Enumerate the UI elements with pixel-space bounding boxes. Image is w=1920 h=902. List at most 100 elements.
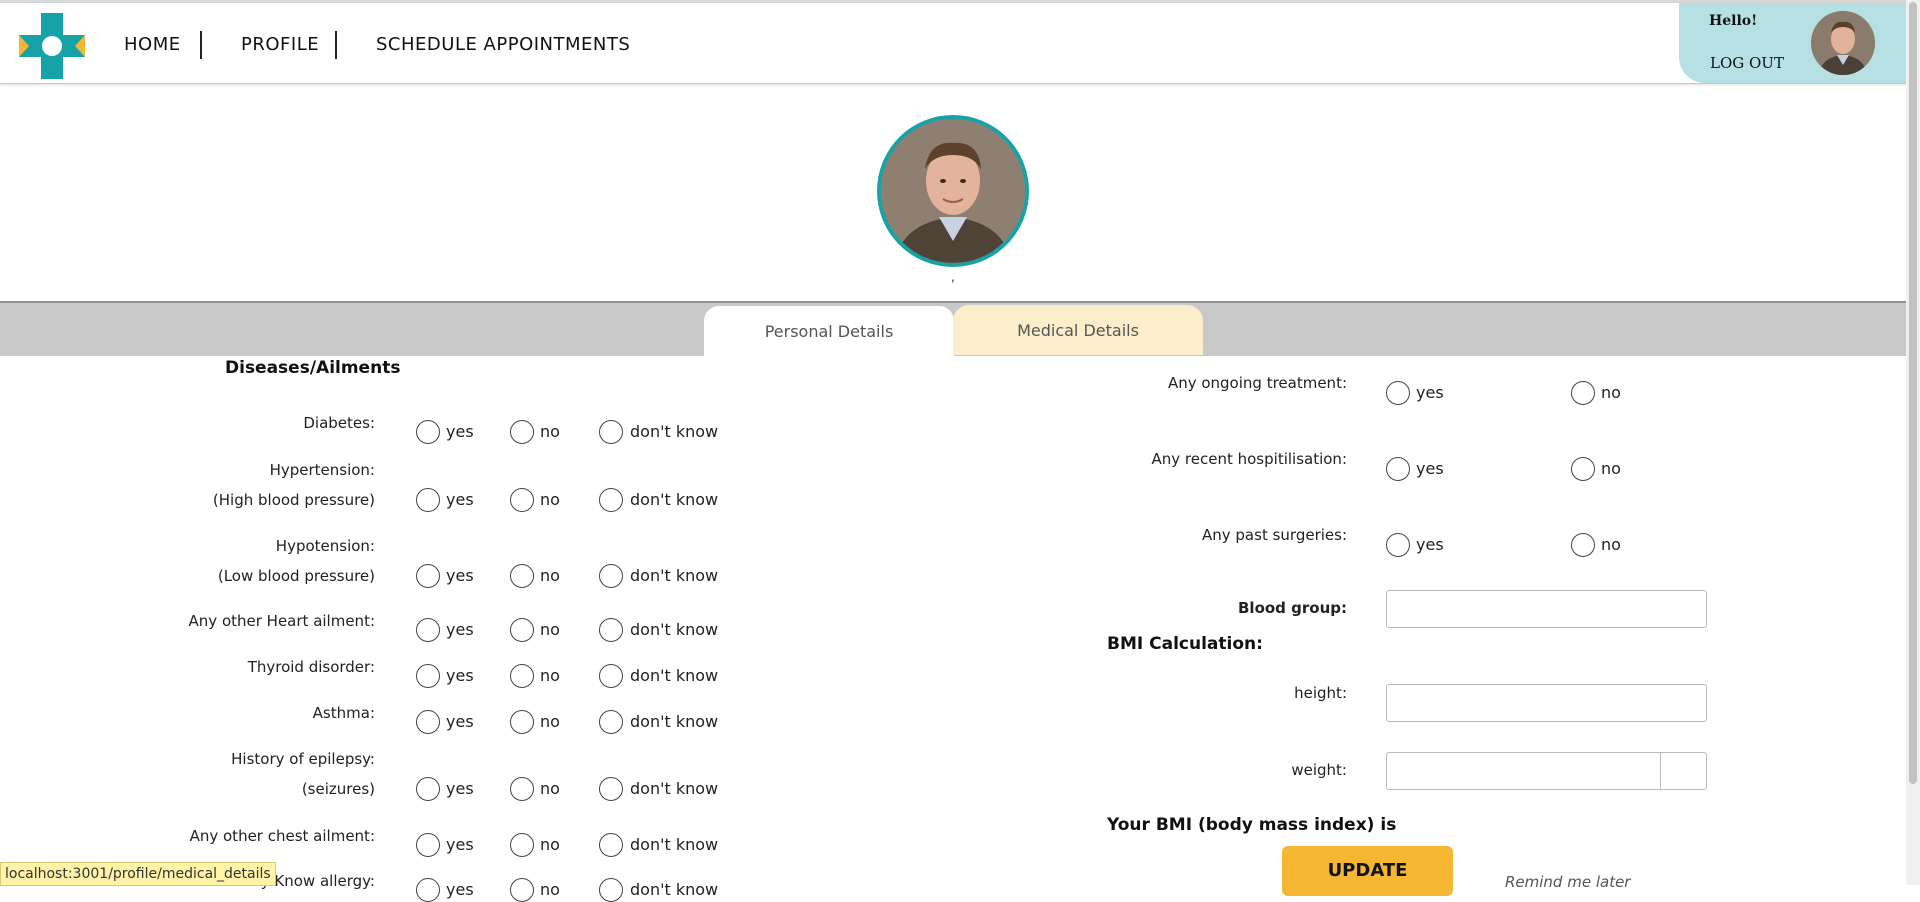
disease-label: History of epilepsy: [231, 750, 375, 768]
remind-me-later-link[interactable]: Remind me later [1505, 873, 1630, 891]
nav-schedule-appointments[interactable]: SCHEDULE APPOINTMENTS [376, 34, 630, 55]
disease-label: Hypertension: [269, 461, 375, 479]
profile-photo-icon [881, 119, 1025, 263]
radio-don-t-know[interactable] [599, 777, 623, 801]
radio-yes[interactable] [416, 618, 440, 642]
radio-don-t-know[interactable] [599, 833, 623, 857]
radio-label: no [540, 422, 560, 441]
nav-profile[interactable]: PROFILE [241, 34, 319, 55]
radio-label: yes [446, 835, 474, 854]
radio-yes[interactable] [416, 488, 440, 512]
treatment-label: Any ongoing treatment: [1167, 374, 1347, 392]
radio-label: yes [446, 880, 474, 899]
disease-label: Any other chest ailment: [189, 827, 375, 845]
radio-no[interactable] [510, 420, 534, 444]
radio-don-t-know[interactable] [599, 618, 623, 642]
radio-label: don't know [630, 779, 719, 798]
update-button[interactable]: UPDATE [1282, 846, 1453, 896]
status-bar-url: localhost:3001/profile/medical_details [0, 862, 276, 886]
weight-label: weight: [1291, 761, 1347, 779]
radio-yes[interactable] [416, 777, 440, 801]
radio-label: yes [1416, 535, 1444, 554]
weight-unit-select[interactable] [1660, 752, 1707, 790]
disease-label: Diabetes: [303, 414, 375, 432]
radio-label: don't know [630, 712, 719, 731]
radio-label: no [540, 620, 560, 639]
treatment-label: Any past surgeries: [1202, 526, 1347, 544]
radio-yes[interactable] [1386, 457, 1410, 481]
radio-label: no [540, 835, 560, 854]
radio-don-t-know[interactable] [599, 420, 623, 444]
radio-don-t-know[interactable] [599, 488, 623, 512]
radio-label: don't know [630, 835, 719, 854]
radio-no[interactable] [510, 833, 534, 857]
disease-sublabel: (Low blood pressure) [217, 567, 375, 585]
radio-label: no [540, 490, 560, 509]
radio-label: no [540, 666, 560, 685]
radio-label: no [1601, 535, 1621, 554]
blood-group-input[interactable] [1386, 590, 1707, 628]
scrollbar-thumb[interactable] [1909, 2, 1917, 784]
tab-medical-details[interactable]: Medical Details [953, 305, 1203, 355]
radio-label: don't know [630, 666, 719, 685]
radio-no[interactable] [510, 664, 534, 688]
nav-separator [335, 31, 337, 59]
radio-yes[interactable] [416, 833, 440, 857]
disease-sublabel: (seizures) [301, 780, 375, 798]
radio-label: don't know [630, 566, 719, 585]
radio-label: yes [446, 666, 474, 685]
radio-yes[interactable] [416, 664, 440, 688]
radio-label: yes [446, 620, 474, 639]
treatment-label: Any recent hospitilisation: [1151, 450, 1347, 468]
radio-don-t-know[interactable] [599, 564, 623, 588]
radio-label: no [540, 779, 560, 798]
tab-personal-details[interactable]: Personal Details [703, 305, 955, 356]
radio-no[interactable] [510, 488, 534, 512]
logout-button[interactable]: LOG OUT [1710, 54, 1784, 72]
radio-label: no [540, 880, 560, 899]
header: HOME PROFILE SCHEDULE APPOINTMENTS [0, 3, 1906, 84]
radio-yes[interactable] [416, 564, 440, 588]
disease-sublabel: (High blood pressure) [212, 491, 375, 509]
radio-don-t-know[interactable] [599, 710, 623, 734]
radio-no[interactable] [1571, 381, 1595, 405]
radio-yes[interactable] [1386, 533, 1410, 557]
user-avatar-icon [1811, 11, 1875, 75]
weight-input[interactable] [1386, 752, 1662, 790]
radio-label: yes [1416, 459, 1444, 478]
radio-no[interactable] [1571, 533, 1595, 557]
radio-label: don't know [630, 880, 719, 899]
radio-no[interactable] [510, 618, 534, 642]
radio-label: don't know [630, 490, 719, 509]
radio-label: no [540, 712, 560, 731]
nav-home[interactable]: HOME [124, 34, 181, 55]
radio-no[interactable] [510, 777, 534, 801]
radio-yes[interactable] [416, 710, 440, 734]
radio-yes[interactable] [416, 420, 440, 444]
radio-don-t-know[interactable] [599, 664, 623, 688]
user-menu: Hello! LOG OUT [1679, 3, 1906, 83]
radio-label: yes [446, 566, 474, 585]
profile-name: , [951, 270, 955, 284]
radio-label: yes [446, 422, 474, 441]
nav-separator [200, 31, 202, 59]
bmi-title: BMI Calculation: [1107, 634, 1263, 654]
radio-label: yes [446, 712, 474, 731]
radio-no[interactable] [510, 564, 534, 588]
logo-icon[interactable] [19, 13, 85, 79]
disease-label: Asthma: [312, 704, 375, 722]
radio-no[interactable] [1571, 457, 1595, 481]
radio-yes[interactable] [1386, 381, 1410, 405]
radio-label: no [1601, 459, 1621, 478]
radio-no[interactable] [510, 710, 534, 734]
radio-no[interactable] [510, 878, 534, 902]
radio-yes[interactable] [416, 878, 440, 902]
profile-photo[interactable] [877, 115, 1029, 267]
radio-label: yes [1416, 383, 1444, 402]
radio-label: no [1601, 383, 1621, 402]
height-input[interactable] [1386, 684, 1707, 722]
radio-label: yes [446, 779, 474, 798]
avatar[interactable] [1811, 11, 1875, 75]
radio-label: yes [446, 490, 474, 509]
radio-don-t-know[interactable] [599, 878, 623, 902]
